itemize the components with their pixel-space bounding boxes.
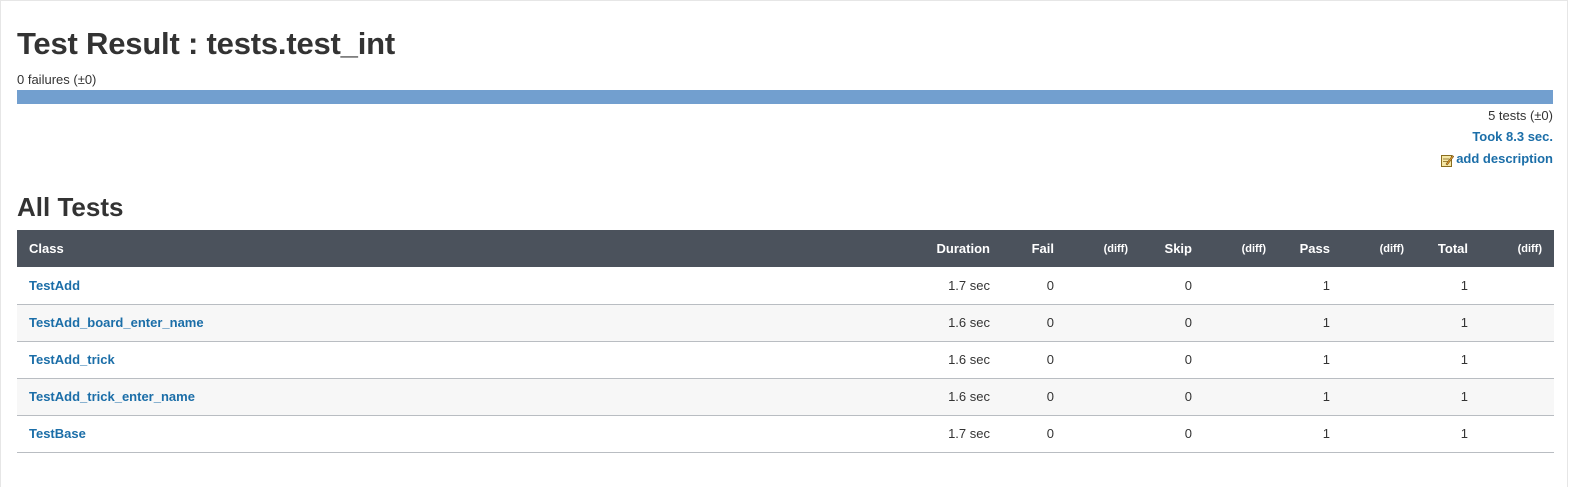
fail-diff-cell <box>1066 304 1140 341</box>
skip-cell: 0 <box>1184 277 1192 293</box>
edit-note-icon <box>1441 155 1455 167</box>
table-row: TestBase 1.7 sec 0 0 1 1 <box>17 415 1554 452</box>
header-duration[interactable]: Duration <box>868 230 1002 267</box>
header-total-diff[interactable]: (diff) <box>1480 230 1554 267</box>
pass-cell: 1 <box>1322 352 1330 367</box>
page-title: Test Result : tests.test_int <box>17 26 395 61</box>
skip-cell: 0 <box>1184 426 1192 441</box>
pass-cell: 1 <box>1322 389 1330 404</box>
header-class[interactable]: Class <box>17 230 868 267</box>
class-link[interactable]: TestBase <box>29 426 86 441</box>
header-skip[interactable]: Skip <box>1140 230 1204 267</box>
class-cell: TestAdd_trick <box>17 341 868 378</box>
duration-cell: 1.7 sec <box>948 426 990 441</box>
total-cell: 1 <box>1460 277 1468 293</box>
skip-diff-cell <box>1204 304 1278 341</box>
section-title: All Tests <box>17 192 124 222</box>
total-cell: 1 <box>1460 426 1468 441</box>
header-pass[interactable]: Pass <box>1278 230 1342 267</box>
pass-cell: 1 <box>1322 277 1330 293</box>
pass-cell: 1 <box>1322 426 1330 441</box>
table-row: TestAdd_trick_enter_name 1.6 sec 0 0 1 1 <box>17 378 1554 415</box>
duration-cell: 1.6 sec <box>948 352 990 367</box>
header-skip-diff[interactable]: (diff) <box>1204 230 1278 267</box>
class-link[interactable]: TestAdd_trick <box>29 352 115 367</box>
add-description-button[interactable]: add description <box>1441 150 1553 167</box>
fail-cell: 0 <box>1046 389 1054 404</box>
table-row: TestAdd_trick 1.6 sec 0 0 1 1 <box>17 341 1554 378</box>
total-cell: 1 <box>1460 352 1468 367</box>
pass-progress-bar <box>17 90 1553 104</box>
failures-summary: 0 failures (±0) <box>17 72 97 87</box>
skip-cell: 0 <box>1184 315 1192 330</box>
total-diff-cell <box>1480 341 1554 378</box>
skip-diff-cell <box>1204 341 1278 378</box>
fail-diff-cell <box>1066 415 1140 452</box>
skip-diff-cell <box>1204 415 1278 452</box>
skip-diff-cell <box>1204 267 1278 304</box>
class-cell: TestAdd <box>17 267 868 304</box>
duration-cell: 1.6 sec <box>948 315 990 330</box>
table-header: Class Duration Fail (diff) Skip (diff) P… <box>17 230 1554 267</box>
class-cell: TestAdd_board_enter_name <box>17 304 868 341</box>
header-total[interactable]: Total <box>1416 230 1480 267</box>
table-row: TestAdd 1.7 sec 0 0 1 1 <box>17 267 1554 304</box>
total-diff-cell <box>1480 378 1554 415</box>
header-fail[interactable]: Fail <box>1002 230 1066 267</box>
total-diff-cell <box>1480 415 1554 452</box>
pass-diff-cell <box>1342 267 1416 304</box>
fail-diff-cell <box>1066 267 1140 304</box>
add-description-label: add description <box>1456 151 1553 166</box>
skip-cell: 0 <box>1184 389 1192 404</box>
pass-cell: 1 <box>1322 315 1330 330</box>
fail-diff-cell <box>1066 378 1140 415</box>
class-cell: TestAdd_trick_enter_name <box>17 378 868 415</box>
tests-count: 5 tests (±0) <box>1488 108 1553 123</box>
pass-diff-cell <box>1342 415 1416 452</box>
total-diff-cell <box>1480 304 1554 341</box>
pass-diff-cell <box>1342 378 1416 415</box>
took-link[interactable]: Took 8.3 sec. <box>1472 129 1553 144</box>
table-body: TestAdd 1.7 sec 0 0 1 1 TestAdd_board_en… <box>17 267 1554 452</box>
skip-diff-cell <box>1204 378 1278 415</box>
duration-cell: 1.7 sec <box>948 277 990 293</box>
class-link[interactable]: TestAdd <box>29 278 80 293</box>
header-pass-diff[interactable]: (diff) <box>1342 230 1416 267</box>
class-link[interactable]: TestAdd_trick_enter_name <box>29 389 195 404</box>
total-cell: 1 <box>1460 389 1468 404</box>
fail-diff-cell <box>1066 341 1140 378</box>
class-cell: TestBase <box>17 415 868 452</box>
fail-cell: 0 <box>1046 352 1054 367</box>
table-row: TestAdd_board_enter_name 1.6 sec 0 0 1 1 <box>17 304 1554 341</box>
fail-cell: 0 <box>1046 426 1054 441</box>
skip-cell: 0 <box>1184 352 1192 367</box>
header-fail-diff[interactable]: (diff) <box>1066 230 1140 267</box>
fail-cell: 0 <box>1046 277 1054 293</box>
duration-cell: 1.6 sec <box>948 389 990 404</box>
pass-diff-cell <box>1342 304 1416 341</box>
pass-diff-cell <box>1342 341 1416 378</box>
fail-cell: 0 <box>1046 315 1054 330</box>
total-diff-cell <box>1480 267 1554 304</box>
results-table: Class Duration Fail (diff) Skip (diff) P… <box>17 230 1554 453</box>
total-cell: 1 <box>1460 315 1468 330</box>
class-link[interactable]: TestAdd_board_enter_name <box>29 315 204 330</box>
